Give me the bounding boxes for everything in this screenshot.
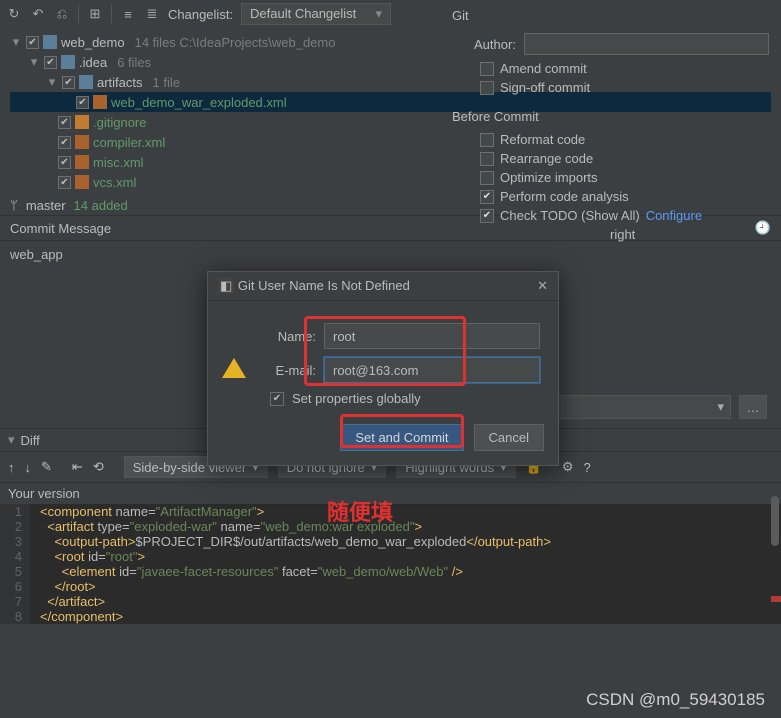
rollback-icon[interactable]: ⎌ <box>54 6 70 22</box>
changelist-label: Changelist: <box>168 7 233 22</box>
branch-name: master <box>26 198 66 213</box>
branch-added: 14 added <box>74 198 128 213</box>
folder-icon <box>79 75 93 89</box>
separator <box>78 5 79 23</box>
git-options-panel: Git Author: Amend commit Sign-off commit… <box>440 0 781 254</box>
optimize-checkbox[interactable]: Optimize imports <box>480 170 769 185</box>
refresh-icon[interactable]: ↻ <box>6 6 22 22</box>
todo-checkbox[interactable]: ✔Check TODO (Show All) Configure <box>480 208 769 223</box>
checkbox[interactable] <box>62 76 75 89</box>
vertical-scrollbar[interactable] <box>767 496 781 664</box>
checkbox[interactable] <box>26 36 39 49</box>
xml-icon <box>75 135 89 149</box>
xml-icon <box>75 175 89 189</box>
perform-checkbox[interactable]: ✔Perform code analysis <box>480 189 769 204</box>
signoff-checkbox[interactable]: Sign-off commit <box>480 80 769 95</box>
copyright-checkbox-partial[interactable]: right <box>480 227 769 242</box>
globally-checkbox-label[interactable]: Set properties globally <box>292 391 421 406</box>
collapse-icon[interactable]: ≣ <box>144 6 160 22</box>
author-label: Author: <box>474 37 516 52</box>
group-icon[interactable]: ⊞ <box>87 6 103 22</box>
branch-icon: ᛘ <box>10 198 18 213</box>
next-diff-icon[interactable]: ↓ <box>25 460 32 475</box>
email-input[interactable] <box>324 357 540 383</box>
xml-icon <box>93 95 107 109</box>
error-stripe[interactable] <box>771 596 781 602</box>
warning-icon <box>222 358 246 378</box>
help-icon[interactable]: ? <box>584 460 591 475</box>
prev-diff-icon[interactable]: ↑ <box>8 460 15 475</box>
accept-icon[interactable]: ⇤ <box>72 459 83 475</box>
folder-icon <box>61 55 75 69</box>
amend-checkbox[interactable]: Amend commit <box>480 61 769 76</box>
folder-icon <box>43 35 57 49</box>
checkbox[interactable] <box>44 56 57 69</box>
checkbox[interactable] <box>76 96 89 109</box>
name-input[interactable] <box>324 323 540 349</box>
gitignore-icon <box>75 115 89 129</box>
rearrange-checkbox[interactable]: Rearrange code <box>480 151 769 166</box>
configure-link[interactable]: Configure <box>646 208 702 223</box>
more-button[interactable]: … <box>739 395 767 419</box>
checkbox[interactable] <box>58 156 71 169</box>
watermark: CSDN @m0_59430185 <box>586 690 765 710</box>
gear-icon[interactable]: ⚙ <box>562 459 574 475</box>
set-and-commit-button[interactable]: Set and Commit <box>340 424 463 451</box>
checkbox[interactable] <box>58 116 71 129</box>
xml-icon <box>75 155 89 169</box>
email-label: E-mail: <box>266 363 316 378</box>
name-label: Name: <box>266 329 316 344</box>
undo-icon[interactable]: ↶ <box>30 6 46 22</box>
expand-icon[interactable]: ≡ <box>120 6 136 22</box>
checkbox[interactable] <box>58 136 71 149</box>
cancel-button[interactable]: Cancel <box>474 424 544 451</box>
checkbox[interactable] <box>58 176 71 189</box>
reformat-checkbox[interactable]: Reformat code <box>480 132 769 147</box>
revert-icon[interactable]: ⟲ <box>93 459 104 475</box>
code-viewer[interactable]: 1<component name="ArtifactManager">2 <ar… <box>0 504 781 624</box>
git-title: Git <box>452 8 769 23</box>
changelist-select[interactable]: Default Changelist ▾ <box>241 3 391 25</box>
your-version-label: Your version <box>0 483 781 504</box>
git-username-dialog: ◧ Git User Name Is Not Defined ✕ Name: E… <box>207 271 559 466</box>
author-input[interactable] <box>524 33 769 55</box>
close-icon[interactable]: ✕ <box>537 278 548 294</box>
before-commit-title: Before Commit <box>452 109 769 124</box>
separator <box>111 5 112 23</box>
edit-icon[interactable]: ✎ <box>41 459 52 475</box>
dialog-titlebar: ◧ Git User Name Is Not Defined ✕ <box>208 272 558 301</box>
